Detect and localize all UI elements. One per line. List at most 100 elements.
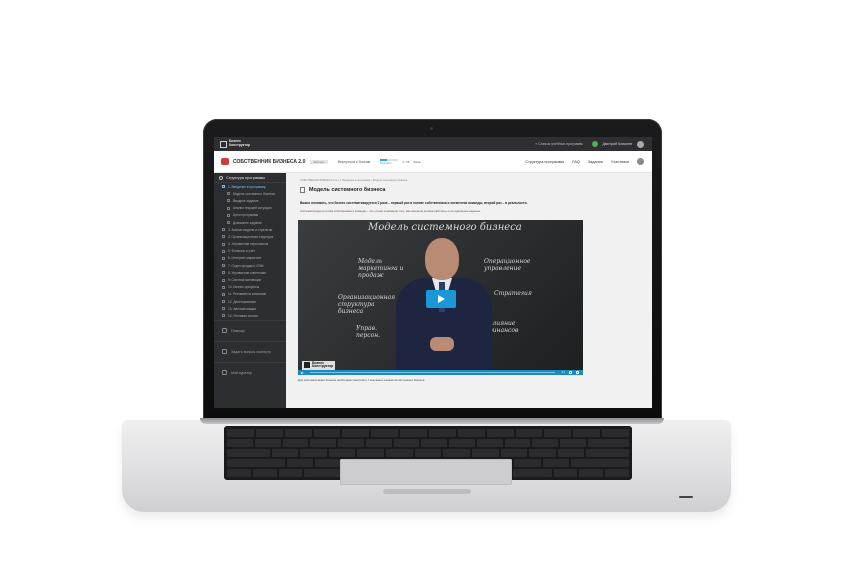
lesson-note-text: Систематизация в голове собственника и к…: [300, 209, 481, 213]
play-button[interactable]: [426, 290, 456, 308]
sidebar-item-label: 5. Финансы и учёт: [228, 249, 255, 254]
lid-notch: [383, 489, 471, 494]
sidebar-item[interactable]: 8. Управление клиентами: [214, 269, 286, 276]
lesson-lead-text: Важно понимать, что бизнес систематизиру…: [300, 201, 528, 205]
site-logo[interactable]: Бизнес Конструктор: [220, 140, 251, 148]
sidebar-item[interactable]: 5. Финансы и учёт: [214, 248, 286, 255]
lesson-status-icon: [222, 300, 225, 304]
video-watermark-logo: Бизнес Конструктор: [302, 361, 336, 370]
sidebar-item-label: 10. Бизнес-процессы: [228, 285, 260, 290]
logo-text-line2: Конструктор: [229, 143, 251, 147]
video-caption: Для систематизации бизнеса необходимо вы…: [298, 378, 426, 382]
back-to-programs-link[interactable]: « Список учебных программ: [535, 142, 582, 146]
sidebar-item-label: 3. Организационная структура: [228, 234, 274, 239]
sidebar-item[interactable]: 7. Отдел продаж и CRM: [214, 262, 286, 269]
progress-fill: [380, 158, 387, 161]
sidebar-item[interactable]: 12. Делегирование: [214, 298, 286, 305]
sidebar-section-title[interactable]: Структура программы: [214, 173, 286, 183]
board-note-personnel: Управ. персон.: [356, 325, 381, 339]
sidebar-item-label: 13. Автоматизация: [228, 306, 256, 311]
video-controls: 4:1: [298, 370, 583, 375]
board-note-operations: Операционное управление: [484, 258, 531, 272]
video-seekbar[interactable]: [310, 372, 556, 373]
sidebar-list: 1. Введение в программу Модель системного…: [214, 183, 286, 320]
menu-faq[interactable]: FAQ: [572, 160, 580, 164]
lesson-status-icon: [222, 278, 225, 282]
menu-participants[interactable]: Участники: [611, 160, 629, 164]
lesson-status-icon: [227, 221, 230, 225]
lesson-status-icon: [222, 271, 225, 275]
lesson-status-icon: [227, 206, 230, 210]
fullscreen-icon[interactable]: [576, 371, 579, 374]
sidebar-item[interactable]: 4. Управление персоналом: [214, 241, 286, 248]
sidebar-item[interactable]: 9. Система мотивации: [214, 276, 286, 283]
lesson-status-icon: [222, 185, 225, 189]
sidebar-item-label: 1. Введение в программу: [228, 184, 266, 189]
lesson-status-icon: [222, 256, 225, 260]
lesson-status-icon: [222, 314, 225, 318]
video-player[interactable]: Модель системного бизнеса Модель маркети…: [298, 220, 583, 375]
lesson-heading: Модель системного бизнеса: [300, 187, 385, 193]
structure-icon: [219, 175, 223, 180]
sleep-indicator: [679, 496, 693, 498]
breadcrumb[interactable]: СОБСТВЕННИК БИЗНЕСА 2.0 » 1. Введение в …: [300, 179, 407, 182]
sidebar-item[interactable]: 6. Интернет-маркетинг: [214, 255, 286, 262]
sidebar-item-label: Вводное задание: [233, 198, 259, 203]
progress-bar: [380, 158, 399, 161]
sidebar-item-label: 8. Управление клиентами: [228, 270, 266, 275]
profile-icon[interactable]: [637, 158, 644, 165]
sidebar-curator[interactable]: Мой куратор: [214, 361, 286, 383]
lesson-status-icon: [227, 213, 230, 217]
document-icon: [300, 187, 305, 193]
program-title: СОБСТВЕННИК БИЗНЕСА 2.0: [233, 158, 306, 165]
back-to-blogs-link[interactable]: Вернуться к блогам: [338, 160, 371, 164]
volume-icon[interactable]: [569, 371, 572, 374]
ask-expert-label: Задать вопрос эксперту: [231, 349, 271, 354]
lesson-status-icon: [222, 292, 225, 296]
presenter-hands: [430, 337, 454, 351]
laptop-screen: Бизнес Конструктор « Список учебных прог…: [214, 137, 652, 408]
sidebar-item[interactable]: 11. Регламенты компании: [214, 291, 286, 298]
sidebar-item-label: Модель системного бизнеса: [233, 191, 275, 196]
sidebar-item[interactable]: Вводное задание: [214, 197, 286, 204]
sidebar-item[interactable]: 10. Бизнес-процессы: [214, 284, 286, 291]
sidebar-item[interactable]: Модель системного бизнеса: [214, 190, 286, 197]
menu-tasks[interactable]: Задания: [588, 160, 603, 164]
board-note-strategy: Стратегия: [494, 290, 532, 297]
live-label[interactable]: Эфир: [413, 160, 420, 164]
lesson-status-icon: [222, 264, 225, 268]
sidebar-item[interactable]: Анализ текущей ситуации: [214, 205, 286, 212]
menu-structure[interactable]: Структура программы: [525, 160, 564, 164]
lesson-content: СОБСТВЕННИК БИЗНЕСА 2.0 » 1. Введение в …: [286, 173, 652, 408]
lesson-status-icon: [222, 307, 225, 311]
lesson-counter: 9 / 38: [402, 159, 410, 164]
sidebar: Структура программы 1. Введение в програ…: [214, 173, 286, 408]
curator-icon: [222, 370, 227, 376]
sidebar-help[interactable]: Помощь: [214, 319, 286, 341]
lesson-status-icon: [222, 285, 225, 289]
sidebar-item[interactable]: Домашнее задание: [214, 219, 286, 226]
presenter-head: [425, 238, 459, 280]
watermark-line2: Конструктор: [312, 364, 334, 369]
sidebar-item[interactable]: 3. Организационная структура: [214, 233, 286, 240]
sidebar-item-label: 9. Система мотивации: [228, 278, 262, 283]
sidebar-item-label: 4. Управление персоналом: [228, 242, 269, 247]
gift-icon[interactable]: [592, 141, 599, 147]
page-title: Модель системного бизнеса: [309, 187, 386, 193]
curator-label: Мой куратор: [231, 370, 252, 375]
control-play-icon[interactable]: [301, 371, 304, 374]
sidebar-item-label: Цели программы: [233, 213, 259, 218]
sidebar-item-label: 12. Делегирование: [228, 299, 257, 304]
avatar[interactable]: [637, 140, 644, 148]
sidebar-item[interactable]: 1. Введение в программу: [214, 183, 286, 190]
program-header: СОБСТВЕННИК БИЗНЕСА 2.0 Эксперт Вернутьс…: [214, 151, 652, 173]
sidebar-ask-expert[interactable]: Задать вопрос эксперту: [214, 340, 286, 362]
sidebar-item[interactable]: 2. Анализ модели и стратегии: [214, 226, 286, 233]
lesson-status-icon: [222, 228, 225, 232]
logo-icon: [220, 140, 227, 148]
sidebar-item[interactable]: 14. Итоговая сессия: [214, 312, 286, 319]
sidebar-item[interactable]: 13. Автоматизация: [214, 305, 286, 312]
user-name[interactable]: Дмитрий Ковалев: [602, 142, 632, 146]
sidebar-item[interactable]: Цели программы: [214, 212, 286, 219]
webcam: [430, 127, 433, 130]
